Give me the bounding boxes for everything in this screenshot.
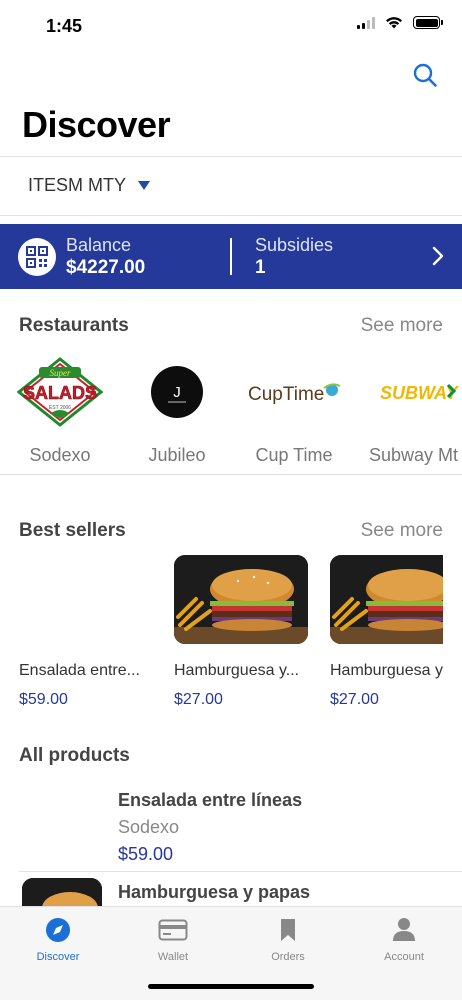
location-label: ITESM MTY: [28, 175, 126, 195]
list-item-vendor: Sodexo: [118, 817, 180, 837]
svg-text:J: J: [173, 384, 181, 401]
status-icons: [357, 16, 443, 29]
list-item[interactable]: Ensalada entre líneas Sodexo $59.00: [118, 790, 302, 865]
list-item-name: Ensalada entre líneas: [118, 790, 303, 810]
divider: [0, 156, 462, 157]
product-image: [19, 555, 153, 644]
burger-image: [174, 555, 308, 644]
home-indicator: [148, 984, 314, 989]
tab-label: Wallet: [157, 951, 189, 963]
status-time: 1:45: [46, 16, 83, 36]
location-selector[interactable]: ITESM MTY: [28, 175, 150, 196]
status-bar: 1:45: [0, 0, 462, 50]
all-products-title: All products: [19, 745, 130, 766]
burger-image: [330, 555, 443, 644]
tab-orders[interactable]: Orders: [238, 915, 338, 963]
battery-icon: [413, 16, 443, 29]
divider: [0, 215, 462, 216]
divider: [19, 871, 462, 872]
tab-label: Account: [384, 951, 424, 963]
tab-discover[interactable]: Discover: [8, 915, 108, 963]
best-sellers-see-more-link[interactable]: See more: [361, 520, 443, 542]
balance-block: Balance $4227.00: [66, 234, 145, 280]
list-item[interactable]: Hamburguesa y papas: [118, 882, 310, 903]
list-item-name: Hamburguesa y papas: [118, 882, 311, 902]
caret-down-icon: [138, 181, 150, 190]
bookmark-icon: [238, 915, 338, 945]
product-price: $27.00: [174, 691, 223, 708]
restaurant-item-cup-time[interactable]: CupTime Cup Time: [224, 355, 364, 466]
product-name: Hamburguesa y: [330, 662, 443, 679]
subsidies-label: Subsidies: [255, 235, 334, 255]
search-button[interactable]: [410, 60, 440, 90]
divider: [0, 474, 462, 475]
qr-code-icon: [18, 237, 56, 276]
chevron-right-icon: [432, 246, 444, 266]
card-icon: [123, 915, 223, 945]
restaurant-item-subway[interactable]: SUBWAY Subway Mt: [350, 355, 462, 466]
product-name: Ensalada entre...: [19, 662, 140, 679]
product-card[interactable]: Hamburguesa y... $27.00: [174, 555, 310, 709]
product-price: $27.00: [330, 691, 379, 708]
banner-separator: [230, 238, 232, 275]
product-price: $59.00: [19, 691, 68, 708]
tab-wallet[interactable]: Wallet: [123, 915, 223, 963]
svg-text:Super: Super: [50, 368, 71, 378]
balance-banner[interactable]: Balance $4227.00 Subsidies 1: [0, 224, 462, 289]
cup-time-logo: CupTime: [224, 355, 364, 429]
subsidies-block: Subsidies 1: [255, 234, 333, 280]
product-name: Hamburguesa y...: [174, 662, 300, 679]
subway-logo: SUBWAY: [350, 355, 462, 429]
wifi-icon: [386, 17, 402, 29]
balance-value: $4227.00: [66, 256, 146, 278]
product-card[interactable]: Hamburguesa y $27.00: [330, 555, 443, 709]
restaurants-title: Restaurants: [19, 315, 129, 336]
search-icon: [413, 63, 437, 87]
list-item-price: $59.00: [118, 844, 174, 864]
subsidies-value: 1: [255, 257, 266, 278]
product-card[interactable]: Ensalada entre... $59.00: [19, 555, 155, 709]
compass-icon: [8, 915, 108, 945]
tab-account[interactable]: Account: [354, 915, 454, 963]
best-sellers-title: Best sellers: [19, 520, 126, 541]
person-icon: [354, 915, 454, 945]
signal-icon: [357, 16, 375, 29]
svg-text:CupTime: CupTime: [248, 384, 324, 405]
tab-label: Orders: [271, 951, 305, 963]
restaurant-name: Subway Mt: [369, 445, 459, 465]
page-title: Discover: [22, 104, 171, 145]
restaurants-see-more-link[interactable]: See more: [361, 315, 443, 337]
tab-label: Discover: [36, 951, 80, 963]
svg-text:SALADS: SALADS: [23, 383, 97, 403]
restaurant-name: Cup Time: [255, 445, 333, 465]
balance-label: Balance: [66, 234, 132, 255]
